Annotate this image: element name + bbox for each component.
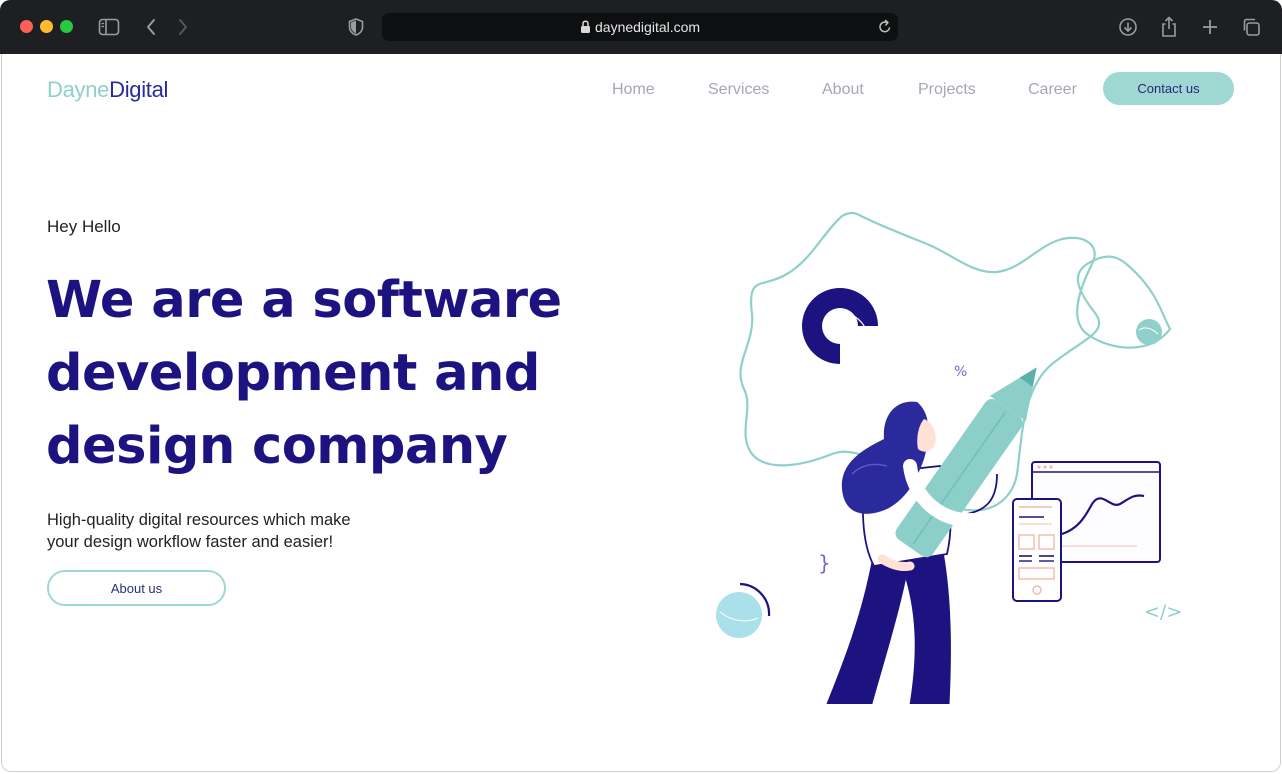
- phone-shape: [1012, 498, 1062, 602]
- lock-icon: [581, 20, 590, 33]
- nav-about[interactable]: About: [822, 81, 864, 99]
- address-bar[interactable]: daynedigital.com: [382, 13, 898, 41]
- headline-line-3: design company: [46, 417, 508, 476]
- donut-shape: [802, 288, 878, 365]
- headline-line-2: development and: [46, 344, 540, 403]
- share-icon[interactable]: [1156, 14, 1182, 40]
- logo-part-1: Dayne: [47, 77, 110, 102]
- maximize-window-button[interactable]: [60, 20, 73, 33]
- nav-career[interactable]: Career: [1028, 81, 1077, 99]
- code-glyph: </>: [1144, 601, 1182, 623]
- plus-icon[interactable]: [1197, 14, 1223, 40]
- chevron-left-icon[interactable]: [138, 14, 164, 40]
- tabs-icon[interactable]: [1238, 14, 1264, 40]
- reload-icon[interactable]: [878, 19, 892, 35]
- download-icon[interactable]: [1115, 14, 1141, 40]
- subtitle-line-1: High-quality digital resources which mak…: [47, 511, 351, 529]
- chevron-right-icon[interactable]: [170, 14, 196, 40]
- logo-part-2: Digital: [109, 77, 169, 102]
- url-text: daynedigital.com: [595, 19, 701, 35]
- nav-projects[interactable]: Projects: [918, 81, 976, 99]
- svg-text:}: }: [818, 551, 831, 575]
- hero-subtitle: High-quality digital resources which mak…: [47, 509, 407, 553]
- headline-line-1: We are a software: [46, 271, 562, 330]
- hero-headline: We are a software development and design…: [46, 264, 606, 483]
- hero-illustration: % } </>: [716, 211, 1182, 704]
- browser-toolbar: daynedigital.com: [0, 0, 1282, 54]
- minimize-window-button[interactable]: [40, 20, 53, 33]
- site-logo[interactable]: DayneDigital: [47, 77, 168, 103]
- greeting-text: Hey Hello: [47, 217, 121, 236]
- percent-glyph: %: [954, 364, 967, 380]
- contact-us-button[interactable]: Contact us: [1103, 72, 1234, 105]
- shield-icon[interactable]: [343, 14, 369, 40]
- web-page: DayneDigital Home Services About Project…: [1, 54, 1281, 772]
- about-us-button[interactable]: About us: [47, 570, 226, 606]
- subtitle-line-2: your design workflow faster and easier!: [47, 533, 334, 551]
- nav-home[interactable]: Home: [612, 81, 655, 99]
- nav-services[interactable]: Services: [708, 81, 769, 99]
- close-window-button[interactable]: [20, 20, 33, 33]
- sidebar-icon[interactable]: [96, 14, 122, 40]
